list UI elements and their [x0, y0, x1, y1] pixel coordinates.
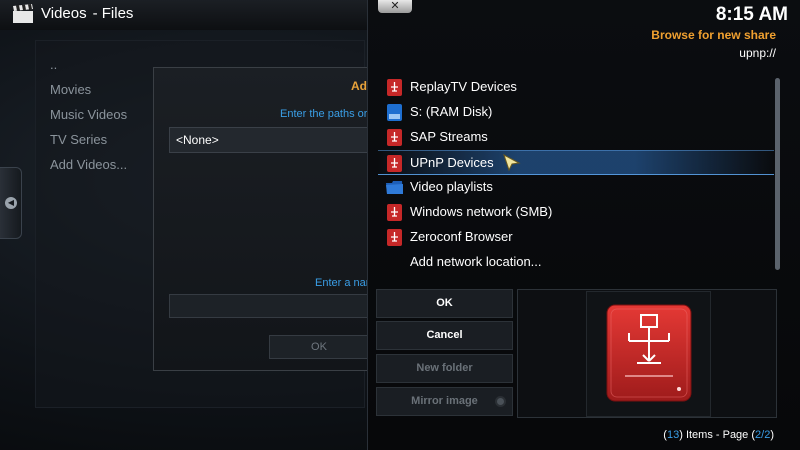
network-drive-icon	[387, 129, 402, 146]
page-title: Videos - Files	[41, 5, 133, 22]
list-item-video-playlists[interactable]: Video playlists	[378, 175, 774, 200]
title-section: - Files	[92, 5, 134, 22]
page-number: 2/2	[755, 429, 771, 441]
share-list: ReplayTV Devices S: (RAM Disk) SAP Strea…	[378, 75, 774, 275]
list-item-label: Windows network (SMB)	[410, 204, 553, 219]
folder-icon	[386, 181, 403, 194]
network-drive-preview-icon	[606, 304, 692, 402]
new-folder-button[interactable]: New folder	[376, 354, 513, 383]
network-drive-icon	[387, 155, 402, 172]
dialog-heading: Browse for new share	[651, 28, 776, 42]
mouse-cursor-icon	[503, 154, 521, 172]
scrollbar-thumb[interactable]	[775, 78, 780, 270]
network-drive-icon	[387, 79, 402, 96]
network-drive-icon	[387, 229, 402, 246]
add-ok-button[interactable]: OK	[269, 335, 369, 359]
list-item-add-videos[interactable]: Add Videos...	[50, 152, 160, 177]
list-item-label: Video playlists	[410, 179, 493, 194]
browse-dialog: ✕ 8:15 AM Browse for new share upnp:// R…	[367, 0, 800, 450]
list-item-upnp-devices[interactable]: UPnP Devices	[378, 150, 774, 175]
list-item-label: Zeroconf Browser	[410, 229, 513, 244]
item-count: 13	[666, 429, 680, 441]
list-item-replaytv[interactable]: ReplayTV Devices	[378, 75, 774, 100]
network-drive-icon	[387, 204, 402, 221]
dialog-title: Ad	[351, 79, 367, 93]
side-menu-tab[interactable]: ◀	[0, 167, 22, 239]
paths-prompt: Enter the paths or	[280, 108, 368, 120]
list-scrollbar[interactable]	[775, 78, 780, 270]
mirror-image-label: Mirror image	[411, 395, 478, 407]
ok-button[interactable]: OK	[376, 289, 513, 318]
list-item-label: Add network location...	[410, 254, 542, 269]
list-item-ram-disk[interactable]: S: (RAM Disk)	[378, 100, 774, 125]
source-list: .. Movies Music Videos TV Series Add Vid…	[50, 52, 160, 177]
list-item-movies[interactable]: Movies	[50, 77, 160, 102]
list-item-label: S: (RAM Disk)	[410, 104, 493, 119]
list-item-label: SAP Streams	[410, 129, 488, 144]
list-item-tv-series[interactable]: TV Series	[50, 127, 160, 152]
arrow-left-icon: ◀	[5, 197, 17, 209]
cancel-button[interactable]: Cancel	[376, 321, 513, 350]
clock: 8:15 AM	[715, 4, 788, 25]
add-video-source-dialog: Ad Enter the paths or <None> Enter a nar…	[153, 67, 370, 371]
items-page-text: Items - Page	[685, 429, 749, 441]
close-button[interactable]: ✕	[378, 0, 412, 13]
clapperboard-icon	[13, 4, 33, 23]
mirror-image-toggle[interactable]: Mirror image	[376, 387, 513, 416]
source-name-field[interactable]	[169, 294, 369, 318]
list-item-add-network-location[interactable]: Add network location...	[378, 250, 774, 275]
radio-indicator-icon	[495, 396, 506, 407]
title-text: Videos	[41, 5, 87, 22]
list-item-sap-streams[interactable]: SAP Streams	[378, 125, 774, 150]
list-item-label: ReplayTV Devices	[410, 79, 517, 94]
source-path-field[interactable]: <None>	[169, 127, 369, 153]
list-item-music-videos[interactable]: Music Videos	[50, 102, 160, 127]
list-item-zeroconf[interactable]: Zeroconf Browser	[378, 225, 774, 250]
blue-drive-icon	[387, 104, 402, 121]
item-count-footer: (13) Items - Page (2/2)	[663, 429, 774, 441]
current-path: upnp://	[739, 46, 776, 60]
list-item-smb[interactable]: Windows network (SMB)	[378, 200, 774, 225]
list-item-label: UPnP Devices	[410, 155, 494, 170]
name-prompt: Enter a nar	[315, 277, 370, 289]
list-item-parent[interactable]: ..	[50, 52, 160, 77]
